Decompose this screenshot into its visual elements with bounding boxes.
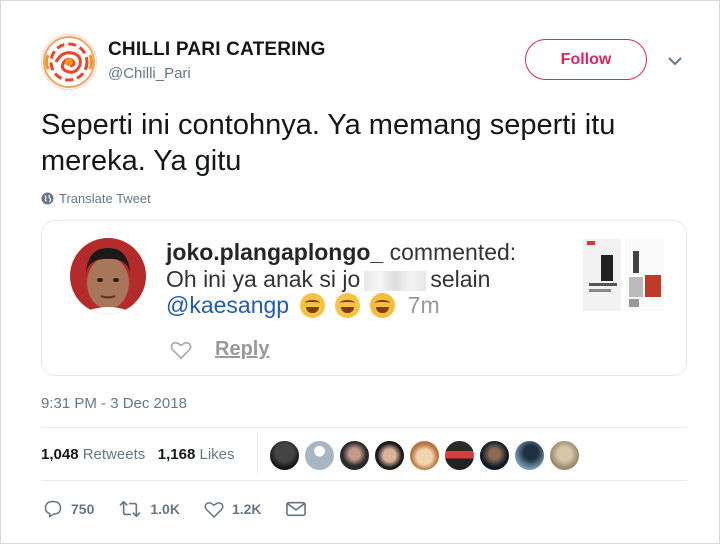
heart-outline-icon bbox=[170, 341, 192, 360]
commented-label: commented: bbox=[383, 239, 517, 265]
translate-label[interactable]: Translate Tweet bbox=[59, 191, 151, 206]
comment-mention-line: @kaesangp 7m bbox=[166, 292, 440, 319]
comment-like-icon bbox=[170, 340, 192, 365]
redacted-text bbox=[364, 270, 427, 291]
retweet-count: 1.0K bbox=[150, 501, 180, 517]
divider bbox=[257, 433, 258, 473]
tweet-timestamp[interactable]: 9:31 PM - 3 Dec 2018 bbox=[41, 395, 187, 412]
reply-icon bbox=[44, 500, 62, 518]
divider bbox=[41, 480, 687, 481]
tweet-text: Seperti ini contohnya. Ya memang seperti… bbox=[41, 109, 616, 177]
retweet-button[interactable]: 1.0K bbox=[118, 499, 180, 519]
tweet-action-bar: 750 1.0K 1.2K bbox=[43, 499, 330, 519]
commenter-username: joko.plangaplongo_ bbox=[166, 239, 384, 265]
follow-button[interactable]: Follow bbox=[525, 39, 647, 80]
retweets-stat[interactable]: 1,048 Retweets bbox=[41, 446, 145, 463]
heart-icon bbox=[204, 501, 224, 518]
like-button[interactable]: 1.2K bbox=[204, 500, 262, 519]
retweets-count: 1,048 bbox=[41, 446, 79, 463]
globe-icon bbox=[41, 192, 54, 205]
liker-avatar[interactable] bbox=[339, 440, 370, 471]
poster-thumbnail-image bbox=[581, 237, 666, 313]
comment-text-before: Oh ini ya anak si jo bbox=[166, 266, 361, 292]
liker-avatar[interactable] bbox=[549, 440, 580, 471]
like-count: 1.2K bbox=[231, 501, 262, 517]
likes-stat[interactable]: 1,168 Likes bbox=[158, 446, 235, 463]
liker-avatar[interactable] bbox=[374, 440, 405, 471]
likers-avatars bbox=[269, 440, 580, 471]
liker-avatar[interactable] bbox=[479, 440, 510, 471]
post-thumbnail bbox=[581, 237, 666, 313]
account-avatar[interactable] bbox=[41, 34, 97, 90]
liker-avatar[interactable] bbox=[269, 440, 300, 471]
comment-text-after: selain bbox=[430, 266, 491, 292]
liker-avatar[interactable] bbox=[304, 440, 335, 471]
translate-tweet-link[interactable]: Translate Tweet bbox=[41, 191, 151, 206]
envelope-icon bbox=[285, 501, 306, 517]
more-options-button[interactable] bbox=[663, 49, 687, 73]
direct-message-button[interactable] bbox=[285, 501, 306, 517]
liker-avatar[interactable] bbox=[514, 440, 545, 471]
chilli-pari-logo-icon bbox=[43, 36, 95, 88]
liker-avatar[interactable] bbox=[444, 440, 475, 471]
reply-button[interactable]: 750 bbox=[43, 499, 94, 519]
chevron-down-icon bbox=[668, 57, 682, 66]
tweet-stats: 1,048 Retweets 1,168 Likes bbox=[41, 446, 235, 463]
reply-count: 750 bbox=[71, 501, 95, 517]
likes-label: Likes bbox=[199, 446, 235, 463]
account-handle[interactable]: @Chilli_Pari bbox=[108, 65, 191, 82]
likes-count: 1,168 bbox=[157, 446, 196, 463]
comment-text-line: Oh ini ya anak si jo selain bbox=[166, 266, 490, 293]
commenter-avatar bbox=[70, 238, 146, 314]
tears-of-joy-emoji-icon bbox=[370, 293, 396, 318]
retweets-label: Retweets bbox=[82, 446, 146, 463]
laughing-emoji-icon bbox=[334, 293, 360, 318]
comment-reply-label: Reply bbox=[215, 338, 270, 360]
comment-header: joko.plangaplongo_ commented: bbox=[166, 239, 516, 266]
person-photo bbox=[70, 238, 146, 314]
display-name[interactable]: CHILLI PARI CATERING bbox=[108, 39, 326, 61]
retweet-icon bbox=[119, 500, 141, 518]
laughing-emoji-icon bbox=[299, 293, 325, 318]
comment-age: 7m bbox=[407, 292, 440, 318]
mention-link: @kaesangp bbox=[166, 292, 290, 318]
liker-avatar[interactable] bbox=[409, 440, 440, 471]
divider bbox=[41, 427, 687, 428]
